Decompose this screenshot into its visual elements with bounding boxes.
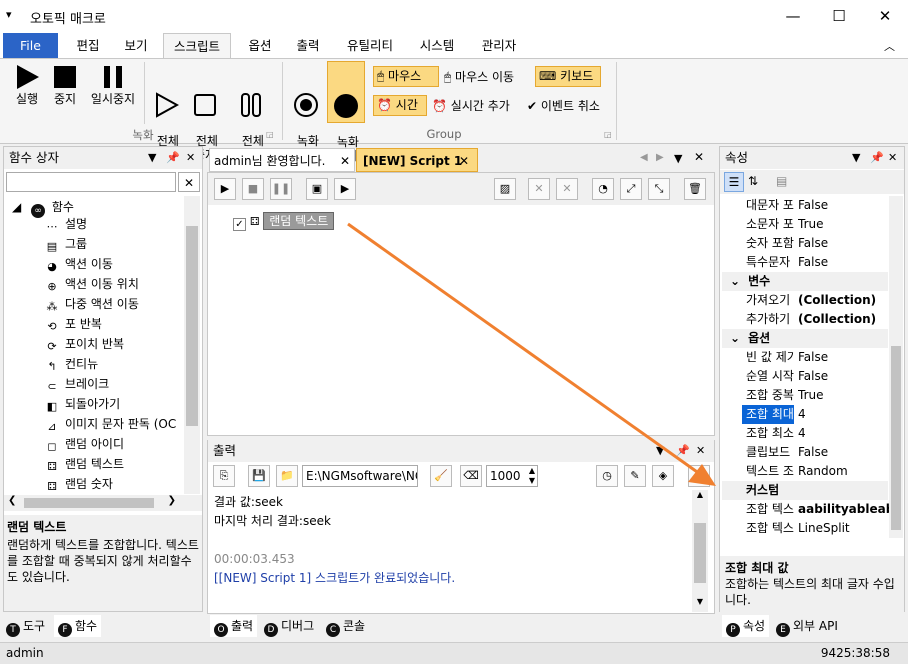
status-bar: admin 9425:38:58 (0, 642, 908, 664)
annotation-arrow (347, 222, 716, 486)
